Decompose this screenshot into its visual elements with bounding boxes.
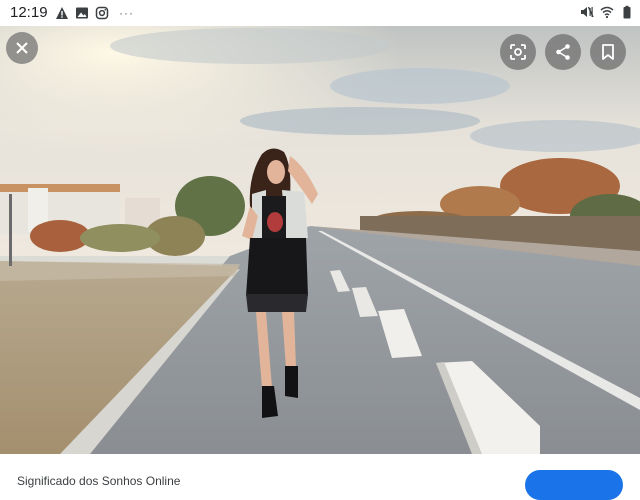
status-left-icons: ···	[55, 6, 134, 20]
save-button[interactable]	[590, 34, 626, 70]
share-icon	[556, 44, 570, 60]
mute-icon	[581, 6, 594, 18]
source-title[interactable]: Significado dos Sonhos Online	[17, 474, 180, 488]
status-overflow: ···	[119, 6, 134, 20]
status-bar: 12:19 ···	[0, 0, 640, 26]
photo-illustration	[0, 26, 640, 454]
instagram-icon	[95, 6, 109, 20]
lens-icon	[510, 44, 526, 60]
battery-icon	[623, 5, 631, 19]
status-time: 12:19	[10, 4, 48, 21]
viewer-image[interactable]	[0, 26, 640, 454]
close-button[interactable]	[6, 32, 38, 64]
lens-button[interactable]	[500, 34, 536, 70]
wifi-icon	[600, 6, 614, 19]
close-icon	[16, 42, 28, 54]
status-right-icons	[580, 5, 634, 19]
visit-button[interactable]	[525, 470, 623, 500]
warning-icon	[56, 7, 68, 19]
share-button[interactable]	[545, 34, 581, 70]
bookmark-icon	[602, 44, 614, 60]
image-icon	[76, 7, 88, 19]
